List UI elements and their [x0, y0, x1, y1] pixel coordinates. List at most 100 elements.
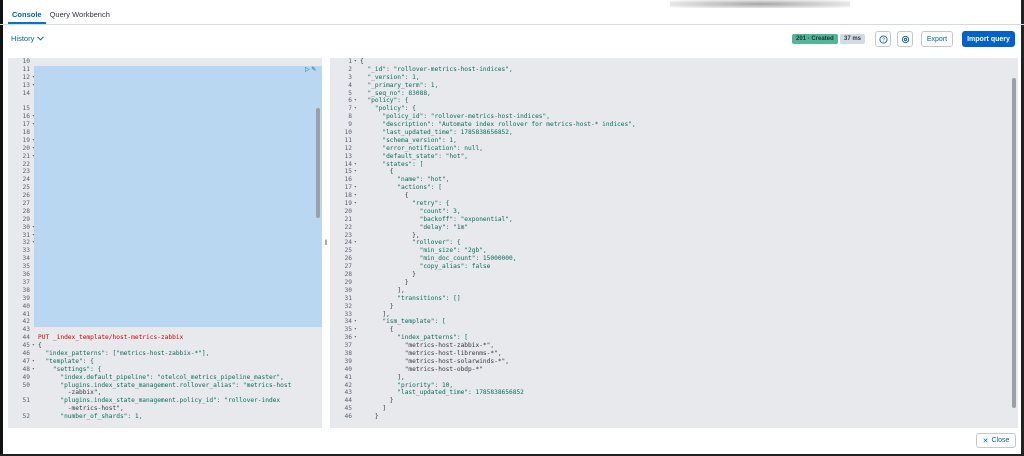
line-number: 50	[22, 381, 30, 389]
help-button[interactable]: ?	[875, 31, 891, 47]
code-text: "transitions": []	[360, 294, 461, 302]
response-line: 1 ▾{	[330, 58, 1018, 66]
request-editor[interactable]: 1011PUT _plugins/_ism/policies/rollover-…	[8, 58, 322, 428]
cross-icon: ✕	[982, 437, 989, 445]
line-number: 4	[348, 81, 352, 89]
code-text: "retry": {	[360, 200, 450, 208]
code-text: "min_size": "2gb",	[360, 247, 487, 255]
line-number: 6	[348, 97, 352, 105]
play-icon[interactable]: ▷	[305, 67, 310, 73]
pane-resizer[interactable]: ‖	[322, 58, 330, 428]
response-line: 41 ],	[330, 374, 1018, 382]
dev-tools-window: Console Query Workbench History 201 - Cr…	[0, 0, 1024, 456]
response-line: 9 "description": "Automate index rollove…	[330, 121, 1018, 129]
response-line: 42 "priority": 10,	[330, 382, 1018, 390]
line-number: 12	[344, 144, 352, 152]
line-number: 17	[344, 184, 352, 192]
code-text: "error_notification": null,	[360, 144, 483, 152]
request-line: 46 "index_patterns": ["metrics-host-zabb…	[8, 350, 322, 358]
response-line: 16 "name": "hot",	[330, 176, 1018, 184]
window-shadow	[670, 0, 850, 8]
response-line: 15 ▾ {	[330, 168, 1018, 176]
response-line: 14 ▾ "states": [	[330, 161, 1018, 169]
console-toolbar: History 201 - Created 37 ms ? Export Imp…	[0, 28, 1024, 50]
line-number: 49	[22, 373, 30, 381]
line-number: 34	[344, 318, 352, 326]
response-line: 3 "_version": 1,	[330, 74, 1018, 82]
code-text: "index_patterns": [	[360, 334, 469, 342]
line-number: 18	[344, 192, 352, 200]
response-line: 2 "_id": "rollover-metrics-host-indices"…	[330, 66, 1018, 74]
code-text: "backoff": "exponential",	[360, 215, 513, 223]
code-text: }	[360, 413, 379, 421]
code-text: "_primary_term": 1,	[360, 81, 439, 89]
line-number: 1	[348, 58, 352, 65]
code-text: "template": {	[38, 357, 94, 365]
settings-button[interactable]	[897, 31, 913, 47]
response-line: 12 "error_notification": null,	[330, 145, 1018, 153]
line-number: 40	[22, 302, 30, 310]
code-text: "priority": 10,	[360, 381, 454, 389]
code-text: "number_of_shards": 1,	[38, 413, 143, 421]
code-text: "states": [	[360, 160, 424, 168]
code-text: "policy": {	[360, 97, 409, 105]
chevron-down-icon	[37, 36, 45, 41]
line-number: 38	[344, 349, 352, 357]
response-scrollbar[interactable]	[1012, 78, 1016, 408]
line-number: 27	[344, 263, 352, 271]
response-line: 32 }	[330, 303, 1018, 311]
line-number	[8, 97, 32, 105]
code-text: "policy_id": "rollover-metrics-host-indi…	[360, 113, 550, 121]
line-number: 43	[22, 326, 30, 334]
response-line: 45 ]	[330, 405, 1018, 413]
line-number: 25	[22, 184, 30, 192]
code-text: }	[360, 278, 409, 286]
code-text: "name": "hot",	[360, 176, 450, 184]
code-text: PUT _index_template/host-metrics-zabbix	[38, 334, 184, 342]
response-line: 46 }	[330, 413, 1018, 421]
line-number: 36	[22, 271, 30, 279]
request-line: 49 "index.default_pipeline": "otelcol_me…	[8, 374, 322, 382]
response-line: 33 ],	[330, 311, 1018, 319]
line-number: 14	[344, 160, 352, 168]
line-number: 19	[344, 200, 352, 208]
tab-query-workbench[interactable]: Query Workbench	[46, 6, 114, 24]
line-number: 33	[344, 310, 352, 318]
code-text: ],	[360, 373, 405, 381]
code-text: }	[360, 271, 416, 279]
tab-divider	[0, 24, 1024, 25]
code-text: "metrics-host-obdp-*"	[360, 365, 483, 373]
export-button[interactable]: Export	[921, 31, 953, 47]
history-label: History	[11, 34, 35, 43]
response-line: 44 }	[330, 397, 1018, 405]
code-text: ],	[360, 310, 390, 318]
import-query-button[interactable]: Import query	[962, 31, 1015, 47]
svg-text:?: ?	[882, 37, 885, 43]
wrench-icon[interactable]: ✎	[311, 67, 316, 73]
line-number: 20	[344, 207, 352, 215]
line-number: 32	[22, 239, 30, 247]
response-line: 13 "default_state": "hot",	[330, 153, 1018, 161]
line-number: 34	[22, 255, 30, 263]
line-number: 24	[22, 176, 30, 184]
code-text: -zabbix",	[38, 389, 102, 397]
line-number: 33	[22, 247, 30, 255]
tab-console[interactable]: Console	[8, 6, 46, 24]
line-number: 38	[22, 286, 30, 294]
window-left-border	[0, 0, 3, 456]
code-text: ]	[360, 405, 387, 413]
code-text: {	[360, 168, 394, 176]
close-button[interactable]: ✕ Close	[976, 433, 1016, 448]
line-number: 45	[344, 405, 352, 413]
response-line: 8 "policy_id": "rollover-metrics-host-in…	[330, 113, 1018, 121]
code-text: "count": 3,	[360, 207, 461, 215]
history-button[interactable]: History	[11, 34, 45, 43]
request-scrollbar[interactable]	[316, 108, 320, 218]
response-viewer: 1 ▾{2 "_id": "rollover-metrics-host-indic…	[330, 58, 1018, 428]
response-line: 21 "backoff": "exponential",	[330, 216, 1018, 224]
line-number: 22	[22, 160, 30, 168]
code-text: "metrics-host-zabbix-*",	[360, 342, 495, 350]
code-text: "index.default_pipeline": "otelcol_metri…	[38, 373, 284, 381]
request-line: -zabbix",	[8, 389, 322, 397]
line-number: 32	[344, 302, 352, 310]
